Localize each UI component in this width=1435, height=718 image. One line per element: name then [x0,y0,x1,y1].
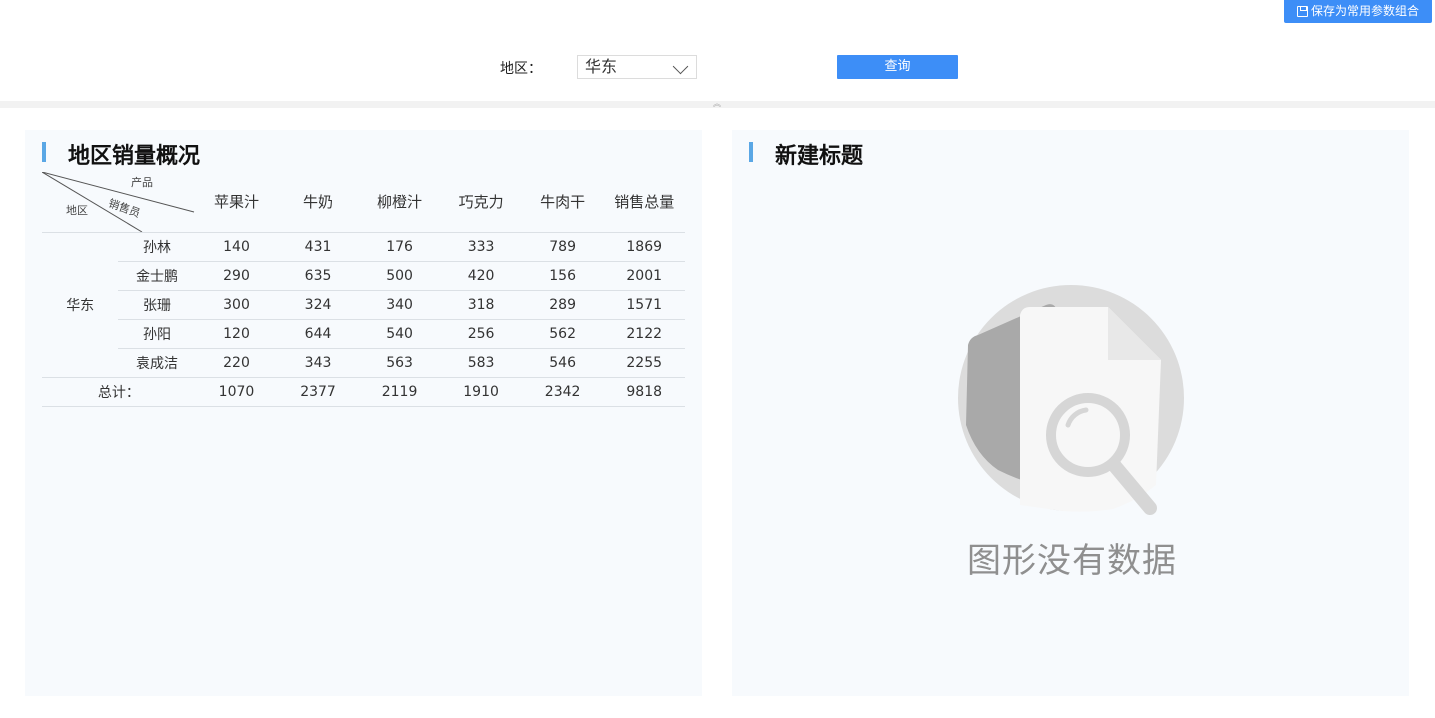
diag-product-label: 产品 [131,176,153,189]
value-cell: 333 [440,232,522,262]
collapse-up-icon[interactable]: ︽ [713,100,721,108]
value-cell: 289 [521,290,604,320]
query-button[interactable]: 查询 [837,55,958,79]
value-cell: 318 [440,290,522,320]
value-cell: 256 [440,319,522,349]
value-cell: 176 [358,232,441,262]
value-cell: 540 [358,319,441,349]
table-row: 孙阳 120 644 540 256 562 2122 [42,319,685,349]
chevron-down-icon [672,58,689,75]
value-cell: 789 [521,232,604,262]
seller-cell: 张珊 [118,290,196,320]
panel-title-bar [42,142,46,162]
value-cell: 300 [195,290,278,320]
total-cell: 1571 [603,290,685,320]
panel-title-bar [749,142,753,162]
panel-title: 新建标题 [775,144,864,169]
table-row: 华东 孙林 140 431 176 333 789 1869 [42,232,685,378]
value-cell: 420 [440,261,522,291]
value-cell: 546 [521,348,604,378]
value-cell: 431 [277,232,359,262]
total-cell: 2001 [603,261,685,291]
region-label: 地区： [500,61,542,77]
value-cell: 562 [521,319,604,349]
region-select-value: 华东 [585,57,618,76]
table-header-row: 产品 销售员 地区 苹果汁 牛奶 柳橙汁 巧克力 牛肉干 销售总量 [42,172,685,233]
new-chart-panel: 新建标题 图形没有数据 [732,130,1409,696]
value-cell: 220 [195,348,278,378]
table-row: 张珊 300 324 340 318 289 1571 [42,290,685,320]
value-cell: 563 [358,348,441,378]
save-params-label: 保存为常用参数组合 [1310,4,1419,18]
table-row: 袁成洁 220 343 563 583 546 2255 [42,348,685,378]
region-select[interactable]: 华东 [577,55,697,79]
column-header: 牛肉干 [521,172,604,233]
table-total-row: 总计： 1070 2377 2119 1910 2342 9818 [42,377,685,407]
diag-region-label: 地区 [66,204,88,217]
value-cell: 340 [358,290,441,320]
column-header: 苹果汁 [195,172,278,233]
diagonal-header-cell: 产品 销售员 地区 [42,172,196,233]
sales-overview-panel: 地区销量概况 产品 销售员 地区 苹果汁 牛奶 柳橙汁 巧克力 牛肉干 销售总量… [25,130,702,696]
total-cell: 2255 [603,348,685,378]
region-cell: 华东 [42,232,119,378]
total-value-cell: 1070 [195,377,278,407]
value-cell: 343 [277,348,359,378]
save-params-button[interactable]: 保存为常用参数组合 [1284,0,1432,23]
total-cell: 2122 [603,319,685,349]
total-value-cell: 2377 [277,377,359,407]
value-cell: 156 [521,261,604,291]
table-row: 金士鹏 290 635 500 420 156 2001 [42,261,685,291]
no-data-icon [958,285,1184,515]
total-value-cell: 2119 [358,377,441,407]
seller-cell: 袁成洁 [118,348,196,378]
total-value-cell: 2342 [521,377,604,407]
sales-table: 产品 销售员 地区 苹果汁 牛奶 柳橙汁 巧克力 牛肉干 销售总量 华东 孙林 … [42,172,685,407]
seller-cell: 孙林 [118,232,196,262]
no-data-text: 图形没有数据 [967,541,1177,581]
value-cell: 644 [277,319,359,349]
value-cell: 140 [195,232,278,262]
total-cell: 1869 [603,232,685,262]
seller-cell: 金士鹏 [118,261,196,291]
column-header: 牛奶 [277,172,359,233]
column-header: 巧克力 [440,172,522,233]
value-cell: 290 [195,261,278,291]
panel-title: 地区销量概况 [68,144,201,169]
total-label: 总计： [42,377,196,407]
value-cell: 635 [277,261,359,291]
value-cell: 583 [440,348,522,378]
value-cell: 500 [358,261,441,291]
value-cell: 324 [277,290,359,320]
no-data-placeholder: 图形没有数据 [958,285,1186,581]
value-cell: 120 [195,319,278,349]
column-header: 柳橙汁 [358,172,441,233]
save-icon [1296,6,1308,17]
seller-cell: 孙阳 [118,319,196,349]
total-value-cell: 9818 [603,377,685,407]
column-header: 销售总量 [603,172,685,233]
total-value-cell: 1910 [440,377,522,407]
